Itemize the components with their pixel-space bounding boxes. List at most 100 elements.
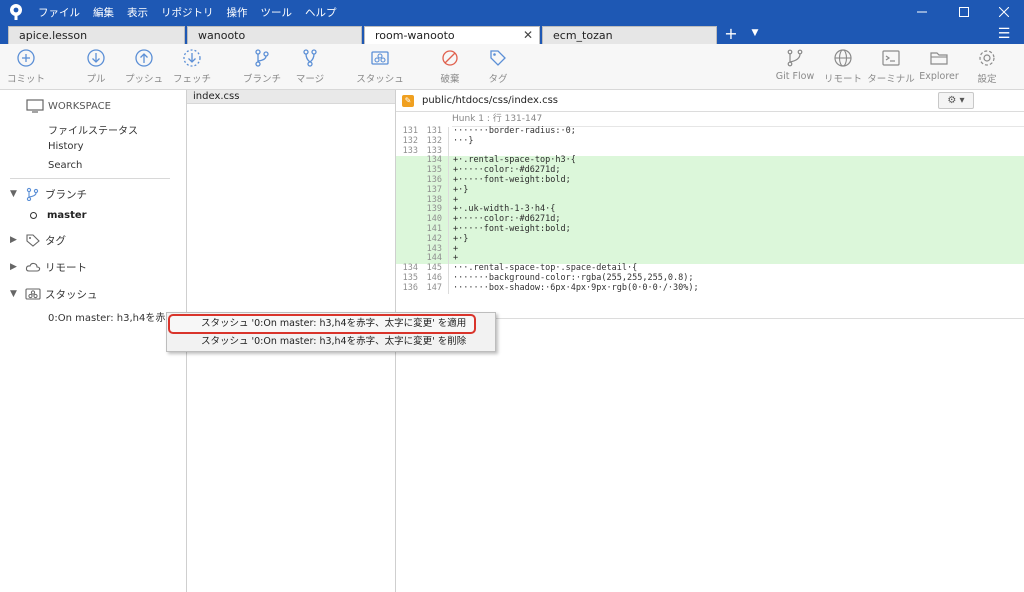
gutter-divider [448,234,449,245]
branch-icon [255,49,269,67]
menu-repository[interactable]: リポジトリ [161,5,214,20]
tab-close-icon[interactable]: ✕ [523,27,533,44]
settings-button[interactable]: 設定 [963,48,1011,88]
tag-button[interactable]: タグ [474,48,522,88]
diff-code-lines: 131 131 ·······border-radius:·0; 132 132 ···}… [396,126,1024,294]
diff-line-added[interactable]: 136 +·····font-weight:bold; [396,174,1024,186]
diff-line-added[interactable]: 143 + [396,244,1024,255]
sidebar-group-remotes[interactable]: ▶ リモート [10,259,87,275]
sidebar-group-branches[interactable]: ▼ ブランチ [10,186,87,202]
pull-label: プル [86,74,106,85]
tab-apice-lesson[interactable]: apice.lesson [8,26,185,44]
gutter-divider [448,215,449,225]
minimize-icon [917,11,927,13]
branch-master[interactable]: master [30,210,87,221]
stash-button[interactable]: スタッシュ [356,48,404,88]
terminal-button[interactable]: ターミナル [867,48,915,88]
pull-button[interactable]: プル [72,48,120,88]
delete-stash-menu-item[interactable]: スタッシュ '0:On master: h3,h4を赤字、太字に変更' を削除 [167,333,495,351]
menu-help[interactable]: ヘルプ [305,5,337,20]
diff-line-context[interactable]: 136 147 ·······box-shadow:·6px·4px·9px·rgb… [396,283,1024,294]
tag-icon [26,234,40,247]
push-icon [135,49,153,67]
code-text: ···} [453,135,474,146]
commit-icon [17,49,35,67]
pull-icon [87,49,105,67]
minimize-button[interactable] [902,0,942,24]
diff-line-added[interactable]: 141 +·····font-weight:bold; [396,224,1024,235]
tab-label: apice.lesson [19,29,88,42]
gutter-divider [448,224,449,235]
tab-wanooto[interactable]: wanooto [187,26,362,44]
chevron-down-icon: ▼ [10,189,17,199]
current-branch-icon [30,212,37,219]
stash-context-menu: スタッシュ '0:On master: h3,h4を赤字、太字に変更' を適用 … [166,312,496,352]
stash-icon [371,51,389,65]
menu-edit[interactable]: 編集 [93,5,114,20]
diff-line-context[interactable]: 132 132 ···} [396,135,1024,147]
cloud-icon [25,262,41,272]
diff-line-added[interactable]: 137 +·} [396,185,1024,196]
sidebar-item-history[interactable]: History [48,141,84,152]
chevron-down-icon: ▼ [10,289,17,299]
tab-ecm-tozan[interactable]: ecm_tozan [542,26,717,44]
menu-actions[interactable]: 操作 [227,5,248,20]
close-window-button[interactable] [984,0,1024,24]
tab-room-wanooto[interactable]: room-wanooto ✕ [364,26,540,44]
tag-label: タグ [488,74,508,85]
git-flow-button[interactable]: Git Flow [771,48,819,88]
branch-button[interactable]: ブランチ [238,48,286,88]
explorer-button[interactable]: Explorer [915,48,963,88]
tab-list-chevron-down-icon[interactable]: ▼ [749,28,761,42]
stash-label: スタッシュ [356,74,404,85]
workspace-label: WORKSPACE [48,100,111,112]
gutter-divider [448,175,449,186]
chevron-right-icon: ▶ [10,262,17,272]
fetch-label: フェッチ [172,74,211,85]
discard-button[interactable]: 破棄 [426,48,474,88]
hunk-header: Hunk 1 : 行 131-147 [452,112,1024,127]
code-text: +·····font-weight:bold; [453,174,571,185]
terminal-label: ターミナル [867,74,915,85]
sidebar-item-file-status[interactable]: ファイルステータス [48,122,138,137]
commit-label: コミット [6,74,45,85]
menu-bar: ファイル 編集 表示 リポジトリ 操作 ツール ヘルプ [38,0,350,24]
sidebar-group-stashes[interactable]: ▼ スタッシュ [10,286,98,302]
menu-tools[interactable]: ツール [261,5,293,20]
old-line-number: 133 [402,145,418,156]
maximize-button[interactable] [944,0,984,24]
sidebar-group-tags[interactable]: ▶ タグ [10,232,66,248]
remote-label: リモート [823,74,862,85]
gutter-divider [448,283,449,294]
push-label: プッシュ [124,74,163,85]
toolbar: コミット プル プッシュ フェッチ ブランチ マージ スタッシュ 破棄 タグ G… [0,44,1024,90]
gutter-divider [448,244,449,255]
menu-view[interactable]: 表示 [127,5,148,20]
merge-button[interactable]: マージ [286,48,334,88]
diff-options-button[interactable]: ⚙ ▾ [938,92,974,109]
remote-button[interactable]: リモート [819,48,867,88]
tab-label: room-wanooto [375,29,455,42]
discard-icon [442,50,458,66]
gutter-divider [448,127,449,137]
sidebar-item-search[interactable]: Search [48,160,82,171]
apply-stash-menu-item[interactable]: スタッシュ '0:On master: h3,h4を赤字、太字に変更' を適用 [168,314,476,334]
stashes-label: スタッシュ [45,288,98,301]
diff-line-context[interactable]: 131 131 ·······border-radius:·0; [396,126,1024,137]
stash-item[interactable]: 0:On master: h3,h4を赤字 [48,309,175,324]
file-row-index-css[interactable]: index.css [187,90,395,104]
commit-button[interactable]: コミット [2,48,50,88]
branches-label: ブランチ [45,188,87,201]
diff-line-added[interactable]: 142 +·} [396,234,1024,245]
fetch-button[interactable]: フェッチ [168,48,216,88]
tab-label: ecm_tozan [553,29,613,42]
gear-icon [979,50,995,66]
gutter-divider [448,205,449,216]
git-flow-icon [787,49,803,67]
hamburger-menu-icon[interactable]: ☰ [996,27,1012,41]
push-button[interactable]: プッシュ [120,48,168,88]
menu-file[interactable]: ファイル [38,5,80,20]
new-tab-plus-icon[interactable]: + [721,26,741,44]
merge-icon [303,49,317,67]
workspace-header: WORKSPACE [26,98,111,114]
